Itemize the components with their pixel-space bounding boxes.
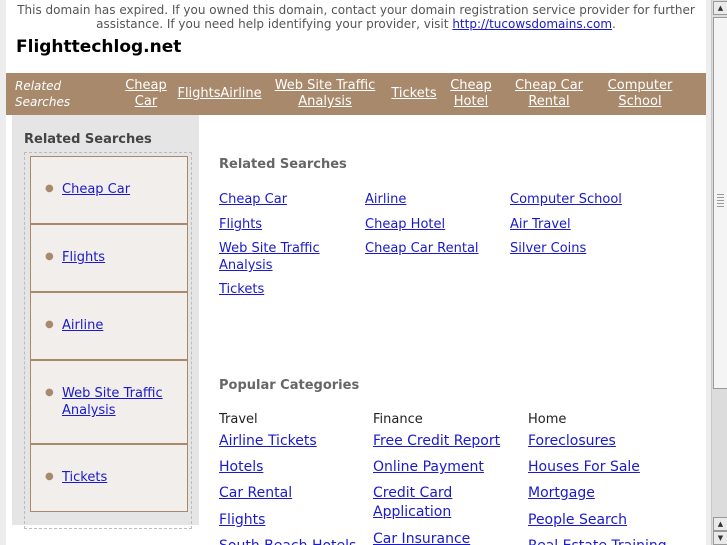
- popular-categories-heading: Popular Categories: [219, 378, 360, 393]
- nav-link-web-site-traffic-analysis[interactable]: Web Site Traffic Analysis: [272, 78, 378, 110]
- sidebar-link-cheap-car[interactable]: Cheap Car: [62, 181, 182, 198]
- bullet-icon: ●: [45, 319, 54, 330]
- related-link-airline[interactable]: Airline: [365, 191, 500, 208]
- sidebar-item-flights: ● Flights: [30, 224, 188, 292]
- category-link-car-insurance[interactable]: Car Insurance: [373, 530, 523, 545]
- expired-notice: This domain has expired. If you owned th…: [6, 3, 706, 31]
- sidebar-item-airline: ● Airline: [30, 292, 188, 360]
- sidebar-item-cheap-car: ● Cheap Car: [30, 156, 188, 224]
- arrow-up-icon[interactable]: ▲: [713, 517, 727, 531]
- tucows-link[interactable]: http://tucowsdomains.com: [452, 17, 612, 31]
- category-link-real-estate-training[interactable]: Real Estate Training: [528, 537, 678, 545]
- category-link-free-credit-report[interactable]: Free Credit Report: [373, 432, 523, 451]
- category-link-airline-tickets[interactable]: Airline Tickets: [219, 432, 369, 451]
- sidebar: Related Searches ● Cheap Car ● Flights ●…: [12, 115, 199, 529]
- related-link-tickets[interactable]: Tickets: [219, 281, 354, 298]
- category-link-houses-for-sale[interactable]: Houses For Sale: [528, 458, 678, 477]
- arrow-down-icon[interactable]: ▼: [713, 531, 727, 545]
- bullet-icon: ●: [45, 471, 54, 482]
- related-link-cheap-car-rental[interactable]: Cheap Car Rental: [365, 240, 500, 257]
- sidebar-link-tickets[interactable]: Tickets: [62, 469, 182, 486]
- related-link-computer-school[interactable]: Computer School: [510, 191, 645, 208]
- arrow-up-icon[interactable]: ▲: [713, 1, 727, 15]
- main-content: Related Searches Cheap Car Flights Web S…: [219, 115, 699, 545]
- nav-link-cheap-hotel[interactable]: Cheap Hotel: [446, 78, 496, 110]
- nav-link-cheap-car-rental[interactable]: Cheap Car Rental: [510, 78, 588, 110]
- category-heading-travel: Travel: [219, 412, 258, 427]
- related-link-web-site-traffic-analysis[interactable]: Web Site Traffic Analysis: [219, 240, 339, 274]
- sidebar-link-web-site-traffic-analysis[interactable]: Web Site Traffic Analysis: [62, 385, 182, 419]
- category-heading-finance: Finance: [373, 412, 423, 427]
- bullet-icon: ●: [45, 387, 54, 398]
- related-link-cheap-hotel[interactable]: Cheap Hotel: [365, 216, 500, 233]
- category-link-car-rental[interactable]: Car Rental: [219, 484, 369, 503]
- bullet-icon: ●: [45, 183, 54, 194]
- category-link-hotels[interactable]: Hotels: [219, 458, 369, 477]
- nav-link-flights[interactable]: Flights: [176, 86, 222, 102]
- sidebar-title: Related Searches: [24, 132, 152, 147]
- scrollbar-thumb[interactable]: [713, 17, 727, 389]
- nav-link-tickets[interactable]: Tickets: [389, 86, 439, 102]
- related-searches-navbar: Related Searches Cheap Car Flights Airli…: [6, 73, 706, 115]
- vertical-scrollbar[interactable]: ▲ ▲ ▼: [711, 0, 727, 545]
- page: This domain has expired. If you owned th…: [6, 0, 706, 545]
- related-link-silver-coins[interactable]: Silver Coins: [510, 240, 645, 257]
- grip-icon: [717, 194, 724, 208]
- navbar-intro: Related Searches: [15, 79, 71, 109]
- related-searches-heading: Related Searches: [219, 157, 347, 172]
- nav-link-cheap-car[interactable]: Cheap Car: [123, 78, 169, 110]
- category-link-people-search[interactable]: People Search: [528, 511, 678, 530]
- site-title: Flighttechlog.net: [16, 37, 182, 57]
- sidebar-item-tickets: ● Tickets: [30, 444, 188, 512]
- sidebar-link-airline[interactable]: Airline: [62, 317, 182, 334]
- category-link-mortgage[interactable]: Mortgage: [528, 484, 678, 503]
- related-link-cheap-car[interactable]: Cheap Car: [219, 191, 354, 208]
- bullet-icon: ●: [45, 251, 54, 262]
- sidebar-list: ● Cheap Car ● Flights ● Airline ● Web Si…: [24, 152, 192, 529]
- category-link-credit-card-application[interactable]: Credit Card Application: [373, 484, 493, 522]
- category-link-south-beach-hotels[interactable]: South Beach Hotels: [219, 537, 369, 545]
- related-link-flights[interactable]: Flights: [219, 216, 354, 233]
- nav-link-airline[interactable]: Airline: [220, 86, 262, 102]
- category-link-online-payment[interactable]: Online Payment: [373, 458, 523, 477]
- category-link-foreclosures[interactable]: Foreclosures: [528, 432, 678, 451]
- sidebar-link-flights[interactable]: Flights: [62, 249, 182, 266]
- related-link-air-travel[interactable]: Air Travel: [510, 216, 645, 233]
- notice-end: .: [612, 17, 616, 31]
- category-link-flights[interactable]: Flights: [219, 511, 369, 530]
- nav-link-computer-school[interactable]: Computer School: [603, 78, 677, 110]
- sidebar-item-web-site-traffic-analysis: ● Web Site Traffic Analysis: [30, 360, 188, 444]
- category-heading-home: Home: [528, 412, 567, 427]
